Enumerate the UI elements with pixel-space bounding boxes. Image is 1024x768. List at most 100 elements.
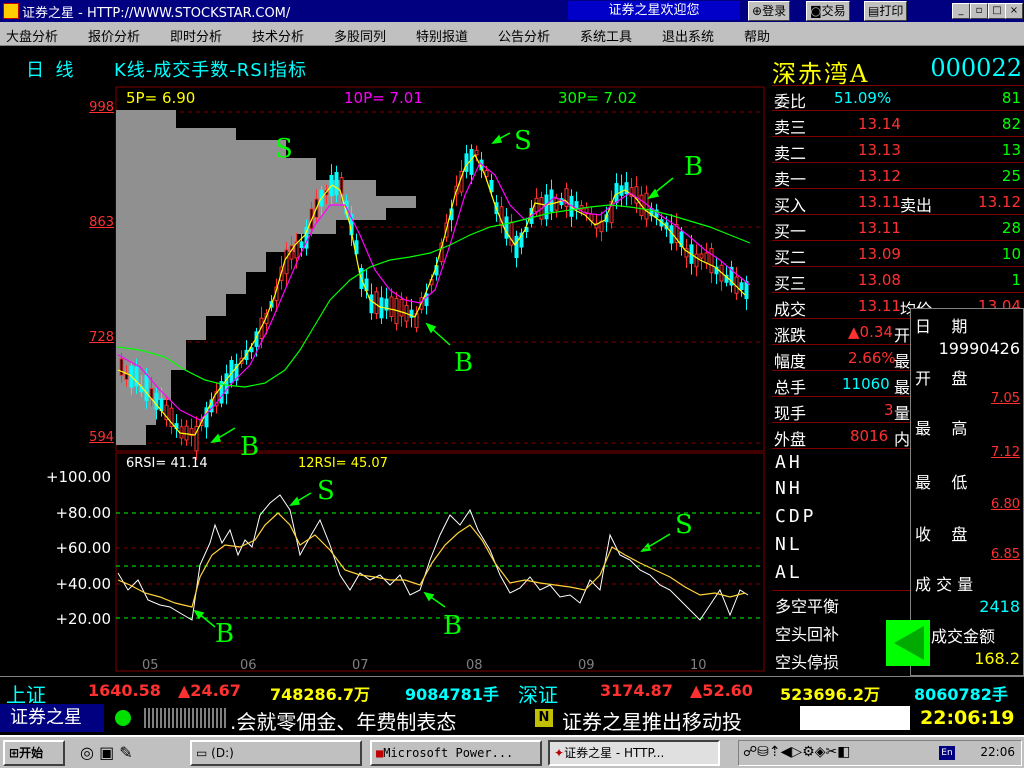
close-button[interactable]: × (1005, 3, 1023, 19)
taskbar-clock: 22:06 (980, 745, 1015, 759)
annotation-buy: B (443, 611, 462, 641)
stock-name: 深赤湾A (772, 60, 870, 88)
sz-amount: 523696.2万 (780, 685, 881, 704)
sz-index: 3174.87 (600, 681, 673, 700)
indicator-cdp: CDP (775, 506, 817, 527)
chart-header: 日 线 K线-成交手数-RSI指标 (0, 50, 770, 84)
quote-row: 卖一 13.12 25 (772, 164, 1024, 189)
month-tick: 09 (578, 658, 595, 673)
quote-row: 买三 13.08 1 (772, 268, 1024, 293)
menu-item[interactable]: 特别报道 (416, 26, 468, 45)
rsi-tick: +100.00 (46, 468, 111, 486)
volume-value: 2418 (979, 597, 1020, 616)
indicator-list: AH NH CDP NL AL (772, 450, 912, 590)
high-value: 7.12 (991, 445, 1020, 460)
menu-item[interactable]: 即时分析 (170, 26, 222, 45)
rsi-tick: +20.00 (55, 610, 111, 628)
news-marquee: .会就零佣金、年费制表态 (230, 710, 457, 734)
welcome-banner: 证券之星欢迎您 (568, 1, 740, 20)
menu-item[interactable]: 公告分析 (498, 26, 550, 45)
sh-change: ▲24.67 (178, 681, 241, 700)
sh-index: 1640.58 (88, 681, 161, 700)
low-label: 最 低 (915, 473, 968, 492)
menu-item[interactable]: 技术分析 (252, 26, 304, 45)
system-tray: ☍⛁⇡◀▷⚙◈✂◧ En 22:06 (738, 740, 1022, 766)
printer-icon: ▤ (868, 4, 880, 18)
open-value: 7.05 (991, 391, 1020, 406)
menu-item[interactable]: 退出系统 (662, 26, 714, 45)
date-label: 日 期 (915, 317, 968, 336)
rsi12-line (117, 512, 746, 608)
strategy-item: 空头停损 (775, 653, 840, 672)
menu-item[interactable]: 报价分析 (88, 26, 140, 45)
menu-item[interactable]: 多股同列 (334, 26, 386, 45)
lock-icon: ⊕ (752, 4, 763, 18)
language-icon[interactable]: En (939, 746, 955, 760)
edit-icon[interactable]: ✎ (119, 743, 132, 762)
app-icon (3, 3, 19, 19)
period-label[interactable]: 日 线 (26, 56, 73, 82)
restore-button[interactable]: ▫ (970, 3, 988, 19)
desktop-icon[interactable]: ▣ (99, 743, 114, 762)
annotation-buy: B (215, 619, 234, 649)
sh-amount: 748286.7万 (270, 685, 371, 704)
window-title: 证券之星 - HTTP://WWW.STOCKSTAR.COM/ (22, 6, 291, 21)
high-label: 最 高 (915, 419, 968, 438)
sz-volume: 8060782手 (914, 685, 1008, 704)
indicator-nl: NL (775, 534, 803, 555)
tray-icons[interactable]: ☍⛁⇡◀▷⚙◈✂◧ (743, 744, 850, 760)
quote-row: 买二 13.09 10 (772, 242, 1024, 267)
quote-panel: 委比 51.09% 81 卖三 13.14 82 卖二 13.13 13 卖一 13.12 25… (0, 86, 1024, 450)
news-icon: N (535, 709, 553, 727)
sz-change: ▲52.60 (690, 681, 753, 700)
ie-icon[interactable]: ◎ (80, 743, 94, 762)
stock-header: 深赤湾A 000022 (772, 52, 1024, 88)
task-drive[interactable]: ▭ (D:) (190, 740, 362, 766)
quote-row: 卖二 13.13 13 (772, 138, 1024, 163)
trade-icon: ◙ (810, 4, 822, 18)
strategy-item: 空头回补 (775, 625, 840, 644)
taskbar: ⊞开始 ◎ ▣ ✎ ▭ (D:) ■Microsoft Power... ✦证券… (0, 735, 1024, 768)
login-button[interactable]: ⊕登录 (748, 1, 791, 21)
title-bar: 证券之星 - HTTP://WWW.STOCKSTAR.COM/ 证券之星欢迎您… (0, 0, 1024, 22)
input-box[interactable] (800, 706, 910, 730)
indicator-nh: NH (775, 478, 803, 499)
menu-bar: 大盘分析 报价分析 即时分析 技术分析 多股同列 特别报道 公告分析 系统工具 … (0, 22, 1024, 46)
close-label: 收 盘 (915, 525, 968, 544)
month-tick: 08 (466, 658, 483, 673)
quote-row: 委比 51.09% 81 (772, 86, 1024, 111)
maximize-button[interactable]: □ (988, 3, 1006, 19)
rsi-tick: +80.00 (55, 504, 111, 522)
indicator-ah: AH (775, 452, 803, 473)
trade-button[interactable]: ◙交易 (806, 1, 850, 21)
quote-row: 买一 13.11 28 (772, 216, 1024, 241)
sh-volume: 9084781手 (405, 685, 499, 704)
print-button[interactable]: ▤打印 (864, 1, 908, 21)
rsi-tick: +40.00 (55, 575, 111, 593)
back-arrow-button[interactable] (886, 620, 930, 666)
task-stockstar[interactable]: ✦证券之星 - HTTP... (548, 740, 720, 766)
menu-item[interactable]: 帮助 (744, 26, 770, 45)
menu-item[interactable]: 系统工具 (580, 26, 632, 45)
index-ticker: 上证 1640.58 ▲24.67 748286.7万 9084781手 深证 … (0, 676, 1024, 707)
windows-icon: ⊞ (9, 746, 20, 760)
brand-label: 证券之星 (0, 704, 104, 732)
open-label: 开 盘 (915, 369, 968, 388)
date-value: 19990426 (938, 339, 1020, 358)
annotation-sell: S (675, 510, 693, 540)
stock-code: 000022 (930, 54, 1022, 82)
volume-label: 成 交 量 (915, 575, 974, 594)
low-value: 6.80 (991, 497, 1020, 512)
connection-indicator-icon (115, 710, 131, 726)
menu-item[interactable]: 大盘分析 (6, 26, 58, 45)
month-tick: 10 (690, 658, 707, 673)
rsi-tick: +60.00 (55, 539, 111, 557)
task-powerpoint[interactable]: ■Microsoft Power... (370, 740, 542, 766)
minimize-button[interactable]: _ (952, 3, 970, 19)
close-value: 6.85 (991, 547, 1020, 562)
start-button[interactable]: ⊞开始 (3, 740, 65, 766)
clock: 22:06:19 (920, 707, 1015, 729)
quicklaunch-icons[interactable]: ◎ ▣ ✎ (80, 743, 133, 762)
amount-value: 168.2 (974, 649, 1020, 668)
news-marquee-2: 证券之星推出移动投 (562, 710, 742, 734)
